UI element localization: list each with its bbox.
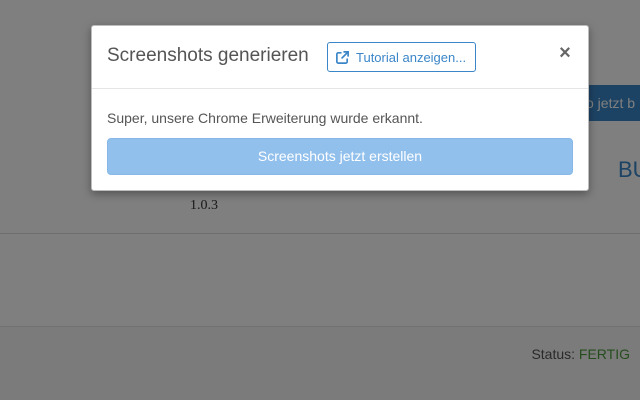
tutorial-button-label: Tutorial anzeigen... xyxy=(356,49,467,65)
dialog-title: Screenshots generieren xyxy=(107,45,309,66)
screenshot-dialog: Screenshots generieren Tutorial anzeigen… xyxy=(91,25,589,191)
external-link-icon xyxy=(335,50,350,65)
close-button[interactable]: × xyxy=(556,42,574,64)
dialog-header: Screenshots generieren Tutorial anzeigen… xyxy=(92,26,588,89)
tutorial-button[interactable]: Tutorial anzeigen... xyxy=(327,42,477,72)
dialog-message: Super, unsere Chrome Erweiterung wurde e… xyxy=(107,110,423,126)
create-screenshots-button[interactable]: Screenshots jetzt erstellen xyxy=(107,138,573,175)
